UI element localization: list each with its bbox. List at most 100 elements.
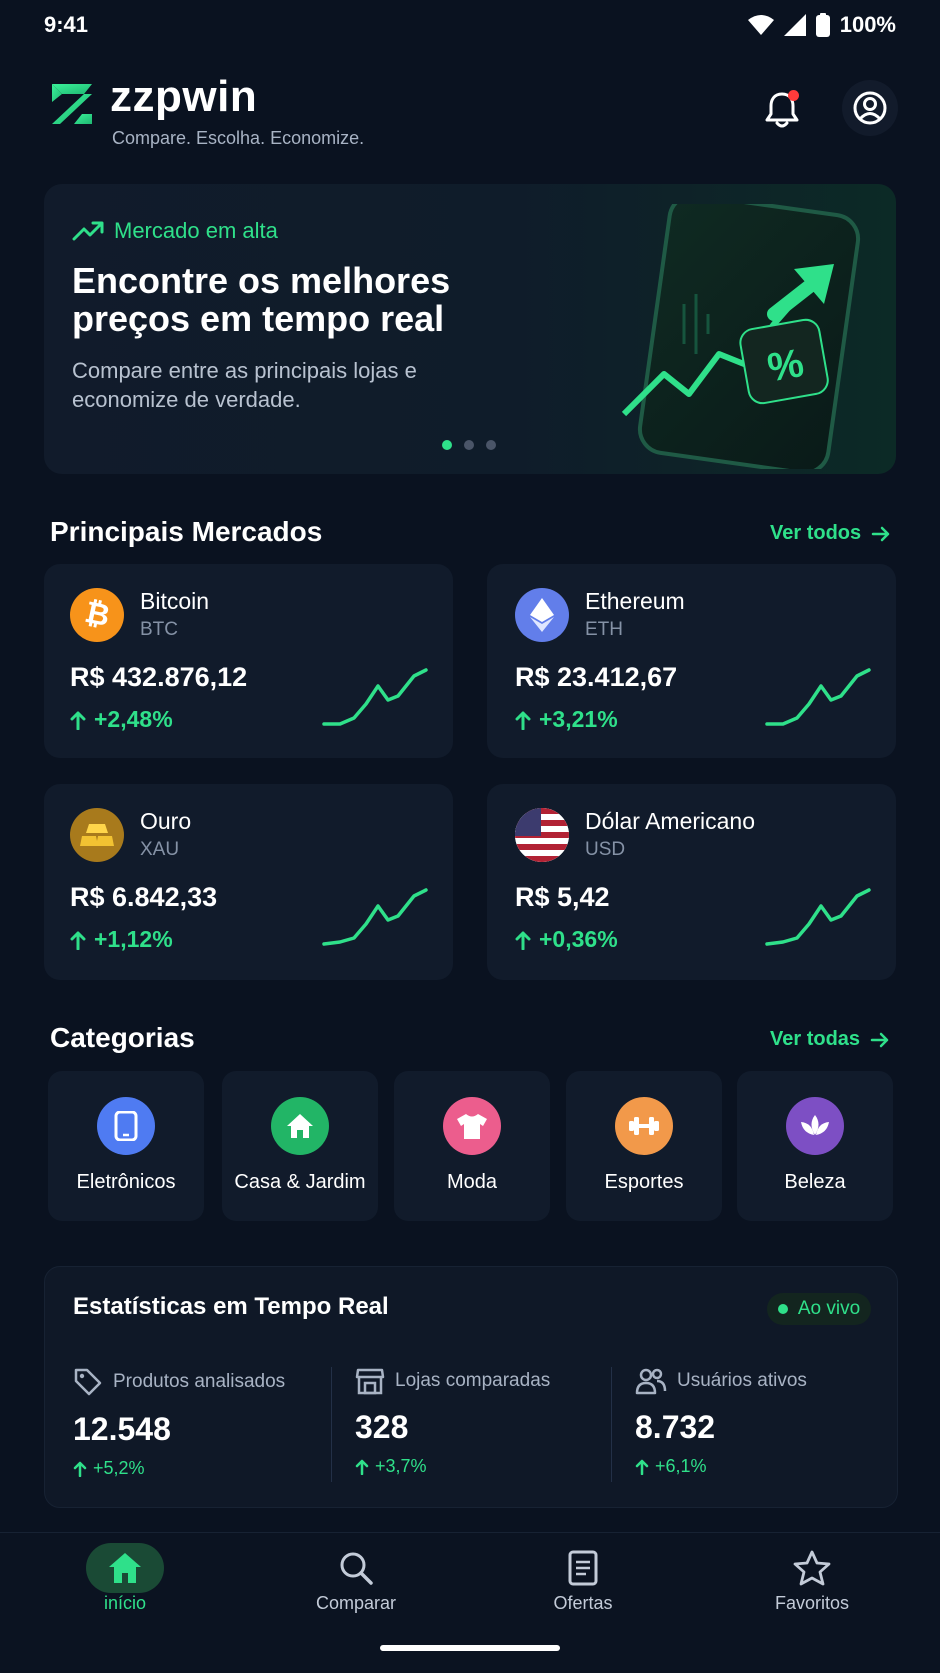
market-price: R$ 5,42 <box>515 882 610 912</box>
home-icon <box>271 1097 329 1155</box>
stat-label: Produtos analisados <box>113 1371 286 1392</box>
realtime-stats-card: Estatísticas em Tempo Real Ao vivo Produ… <box>44 1266 898 1508</box>
hero-subtitle: Compare entre as principais lojas e econ… <box>72 358 417 412</box>
dumbbell-icon <box>615 1097 673 1155</box>
market-card-gold[interactable]: Ouro XAU R$ 6.842,33 +1,12% <box>44 784 453 980</box>
zzpwin-logo-icon <box>52 84 92 124</box>
market-code: BTC <box>140 619 178 640</box>
bottom-navigation: início Comparar Ofertas Favoritos <box>0 1532 940 1673</box>
lotus-icon <box>786 1097 844 1155</box>
stat-value: 12.548 <box>73 1411 171 1447</box>
brand-tagline: Compare. Escolha. Economize. <box>112 128 365 148</box>
category-label: Casa & Jardim <box>234 1171 366 1193</box>
nav-label: Favoritos <box>774 1593 850 1613</box>
arrow-up-icon <box>355 1459 369 1475</box>
category-sports[interactable]: Esportes <box>566 1071 722 1221</box>
carousel-dot-3[interactable] <box>486 440 496 450</box>
stat-change: +5,2% <box>93 1458 145 1478</box>
carousel-dot-2[interactable] <box>464 440 474 450</box>
market-change-value: +3,21% <box>539 706 618 732</box>
gold-bars-icon <box>70 808 124 862</box>
market-change: +0,36% <box>515 926 618 953</box>
trending-up-icon <box>72 221 104 241</box>
hero-tag-label: Mercado em alta <box>114 218 278 243</box>
market-card-usd[interactable]: Dólar Americano USD R$ 5,42 +0,36% <box>487 784 896 980</box>
stat-change: +6,1% <box>655 1456 707 1476</box>
category-label: Esportes <box>604 1171 684 1193</box>
notification-badge <box>788 90 799 101</box>
nav-home[interactable]: início <box>45 1543 205 1614</box>
user-avatar-icon <box>853 91 887 125</box>
category-electronics[interactable]: Eletrônicos <box>48 1071 204 1221</box>
category-label: Beleza <box>784 1171 846 1193</box>
nav-label: Comparar <box>315 1593 397 1613</box>
arrow-up-icon <box>70 931 86 950</box>
stat-label: Usuários ativos <box>677 1370 807 1391</box>
nav-offers[interactable]: Ofertas <box>503 1543 663 1614</box>
document-icon <box>568 1550 598 1586</box>
market-change-value: +0,36% <box>539 926 618 952</box>
stat-stores: Lojas comparadas 328 +3,7% <box>355 1367 605 1477</box>
market-name: Ouro <box>140 808 192 834</box>
profile-button[interactable] <box>842 80 898 136</box>
live-badge: Ao vivo <box>767 1293 871 1325</box>
category-beauty[interactable]: Beleza <box>737 1071 893 1221</box>
live-label: Ao vivo <box>797 1298 861 1319</box>
sparkline-gold <box>322 888 428 946</box>
nav-icon-container <box>773 1543 851 1593</box>
market-change-value: +1,12% <box>94 926 173 952</box>
market-card-bitcoin[interactable]: ₿ Bitcoin BTC R$ 432.876,12 +2,48% <box>44 564 453 758</box>
signal-icon <box>783 14 806 36</box>
category-label: Moda <box>446 1171 498 1193</box>
star-icon <box>793 1550 831 1586</box>
stat-change: +3,7% <box>375 1456 427 1476</box>
home-indicator[interactable] <box>380 1645 560 1651</box>
arrow-up-icon <box>73 1461 87 1477</box>
market-change-value: +2,48% <box>94 706 173 732</box>
nav-active-indicator <box>86 1543 164 1593</box>
market-price: R$ 23.412,67 <box>515 662 678 692</box>
market-change: +1,12% <box>70 926 173 953</box>
status-time: 9:41 <box>44 12 89 37</box>
live-dot-icon <box>777 1304 788 1314</box>
nav-compare[interactable]: Comparar <box>276 1543 436 1614</box>
battery-icon <box>815 13 830 37</box>
status-icons: 100% <box>747 12 896 38</box>
stat-label: Lojas comparadas <box>395 1370 551 1391</box>
categories-see-all-link[interactable]: Ver todas <box>770 1028 890 1051</box>
arrow-right-icon <box>870 1032 889 1047</box>
carousel-dot-1[interactable] <box>442 440 452 450</box>
brand-name: zzpwin <box>110 72 258 121</box>
carousel-dots[interactable] <box>442 440 496 450</box>
categories-title: Categorias <box>50 1022 195 1053</box>
category-home-garden[interactable]: Casa & Jardim <box>222 1071 378 1221</box>
hero-tag: Mercado em alta <box>72 218 278 244</box>
market-code: XAU <box>140 839 180 860</box>
stats-title: Estatísticas em Tempo Real <box>73 1293 389 1320</box>
hero-banner[interactable]: Mercado em alta Encontre os melhores pre… <box>44 184 896 474</box>
stat-divider <box>331 1367 332 1482</box>
hero-title: Encontre os melhores preços em tempo rea… <box>72 260 451 339</box>
markets-see-all-link[interactable]: Ver todos <box>770 522 891 545</box>
sparkline-bitcoin <box>322 668 428 726</box>
phone-chart-illustration-icon: % <box>621 204 861 469</box>
market-name: Bitcoin <box>140 588 210 614</box>
nav-icon-container <box>317 1543 395 1593</box>
markets-see-all-label: Ver todos <box>770 522 862 544</box>
market-change: +2,48% <box>70 706 173 733</box>
users-icon <box>635 1368 667 1395</box>
arrow-up-icon <box>635 1459 649 1475</box>
market-code: ETH <box>585 619 623 640</box>
smartphone-icon <box>97 1097 155 1155</box>
category-fashion[interactable]: Moda <box>394 1071 550 1221</box>
nav-favorites[interactable]: Favoritos <box>732 1543 892 1614</box>
sparkline-ethereum <box>765 668 871 726</box>
sparkline-usd <box>765 888 871 946</box>
home-icon <box>109 1553 141 1583</box>
market-card-ethereum[interactable]: Ethereum ETH R$ 23.412,67 +3,21% <box>487 564 896 758</box>
stat-value: 8.732 <box>635 1409 716 1445</box>
tshirt-icon <box>443 1097 501 1155</box>
us-flag-icon <box>515 808 569 862</box>
market-name: Dólar Americano <box>585 808 756 834</box>
market-change: +3,21% <box>515 706 618 733</box>
